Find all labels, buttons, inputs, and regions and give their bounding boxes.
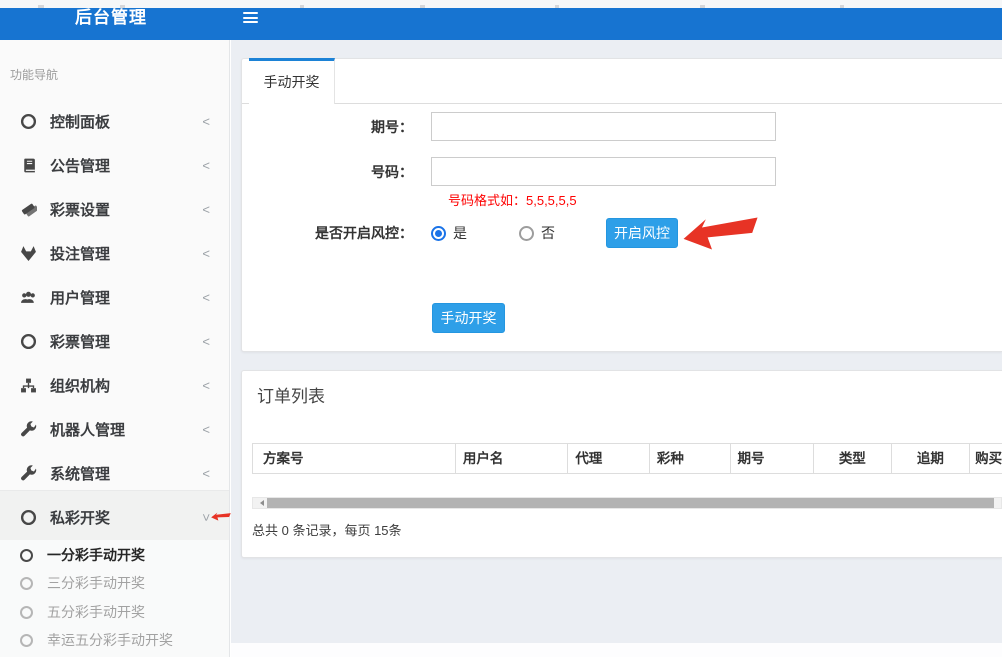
radio-unselected-icon xyxy=(519,226,534,241)
radio-risk-no[interactable]: 否 xyxy=(519,218,555,248)
order-table-header: 方案号 用户名 代理 彩种 期号 类型 追期 购买 xyxy=(252,443,1002,474)
number-format-hint: 号码格式如：5,5,5,5,5 xyxy=(448,190,577,209)
annotation-arrow-icon xyxy=(681,214,760,253)
sidebar-item-betting[interactable]: 投注管理 < xyxy=(0,231,230,275)
submenu-item-lucky5min-manual-draw[interactable]: 幸运五分彩手动开奖 xyxy=(0,626,230,654)
menu-toggle-icon[interactable] xyxy=(243,12,258,24)
chevron-left-icon: < xyxy=(202,115,210,128)
sidebar: 功能导航 控制面板 < 公告管理 < 彩票设置 < 投注管理 < 用户管理 < xyxy=(0,40,230,657)
circle-icon xyxy=(20,577,33,590)
chevron-left-icon: < xyxy=(202,467,210,480)
radio-selected-icon xyxy=(431,226,446,241)
risk-control-label: 是否开启风控： xyxy=(242,218,413,248)
sidebar-item-robot-management[interactable]: 机器人管理 < xyxy=(0,407,230,451)
col-issue: 期号 xyxy=(731,444,814,474)
submenu-item-1min-manual-draw[interactable]: 一分彩手动开奖 xyxy=(0,541,230,569)
app-title: 后台管理 xyxy=(75,9,147,27)
circle-icon xyxy=(20,606,33,619)
chevron-left-icon: < xyxy=(202,379,210,392)
chevron-left-icon: < xyxy=(202,335,210,348)
circle-icon xyxy=(20,549,33,562)
chevron-left-icon: < xyxy=(202,203,210,216)
sidebar-section-label: 功能导航 xyxy=(10,66,58,83)
manual-draw-button[interactable]: 手动开奖 xyxy=(432,303,505,333)
draw-number-input[interactable] xyxy=(431,157,776,186)
circle-icon xyxy=(20,113,37,130)
circle-icon xyxy=(20,333,37,350)
enable-risk-control-button[interactable]: 开启风控 xyxy=(606,218,678,248)
admin-page: 后台管理 功能导航 控制面板 < 公告管理 < 彩票设置 < 投注管理 < xyxy=(0,0,1002,657)
tickets-icon xyxy=(20,201,37,218)
sidebar-item-lottery-settings[interactable]: 彩票设置 < xyxy=(0,187,230,231)
sitemap-icon xyxy=(20,377,37,394)
scrollbar-thumb[interactable] xyxy=(267,498,994,508)
users-icon xyxy=(20,289,37,306)
sidebar-item-control-panel[interactable]: 控制面板 < xyxy=(0,99,230,143)
app-header: 后台管理 xyxy=(0,8,1002,40)
circle-icon xyxy=(20,634,33,647)
tab-manual-draw[interactable]: 手动开奖 xyxy=(249,58,335,104)
submenu-item-3min-manual-draw[interactable]: 三分彩手动开奖 xyxy=(0,569,230,597)
col-purchase: 购买 xyxy=(970,444,1002,474)
sidebar-item-system-management[interactable]: 系统管理 < xyxy=(0,451,230,495)
chevron-left-icon: < xyxy=(202,247,210,260)
sidebar-item-announcements[interactable]: 公告管理 < xyxy=(0,143,230,187)
col-type: 类型 xyxy=(814,444,892,474)
submenu-item-5min-manual-draw[interactable]: 五分彩手动开奖 xyxy=(0,598,230,626)
radio-risk-yes[interactable]: 是 xyxy=(431,218,467,248)
content-bottom-strip xyxy=(231,643,1002,657)
wrench-icon xyxy=(20,421,37,438)
record-count-summary: 总共 0 条记录，每页 15条 xyxy=(252,520,402,539)
horizontal-scrollbar[interactable] xyxy=(252,497,1002,509)
col-lottery-type: 彩种 xyxy=(650,444,732,474)
chevron-left-icon: < xyxy=(202,291,210,304)
col-username: 用户名 xyxy=(456,444,568,474)
bet-icon xyxy=(20,245,37,262)
sidebar-item-users[interactable]: 用户管理 < xyxy=(0,275,230,319)
manual-draw-panel: 手动开奖 期号： 号码： 号码格式如：5,5,5,5,5 是否开启风控： 是 否… xyxy=(241,58,1002,352)
sidebar-item-organization[interactable]: 组织机构 < xyxy=(0,363,230,407)
sidebar-item-lottery-management[interactable]: 彩票管理 < xyxy=(0,319,230,363)
draw-number-label: 号码： xyxy=(242,157,413,187)
issue-number-input[interactable] xyxy=(431,112,776,141)
order-list-title: 订单列表 xyxy=(257,382,325,407)
chevron-left-icon: < xyxy=(202,423,210,436)
browser-edge-strip xyxy=(0,0,1002,8)
book-icon xyxy=(20,157,37,174)
scroll-left-arrow-icon[interactable] xyxy=(253,498,267,508)
order-list-panel: 订单列表 方案号 用户名 代理 彩种 期号 类型 追期 购买 总共 0 条记录，… xyxy=(241,370,1002,558)
tab-bar: 手动开奖 xyxy=(242,59,1002,104)
issue-number-label: 期号： xyxy=(242,112,413,142)
chevron-left-icon: < xyxy=(202,159,210,172)
circle-icon xyxy=(20,509,37,526)
annotation-arrow-icon xyxy=(210,510,231,523)
col-plan-number: 方案号 xyxy=(253,444,456,474)
sidebar-item-private-lottery-draw[interactable]: 私彩开奖 < xyxy=(0,495,230,539)
wrench-icon xyxy=(20,465,37,482)
col-agent: 代理 xyxy=(568,444,650,474)
col-chase: 追期 xyxy=(892,444,971,474)
